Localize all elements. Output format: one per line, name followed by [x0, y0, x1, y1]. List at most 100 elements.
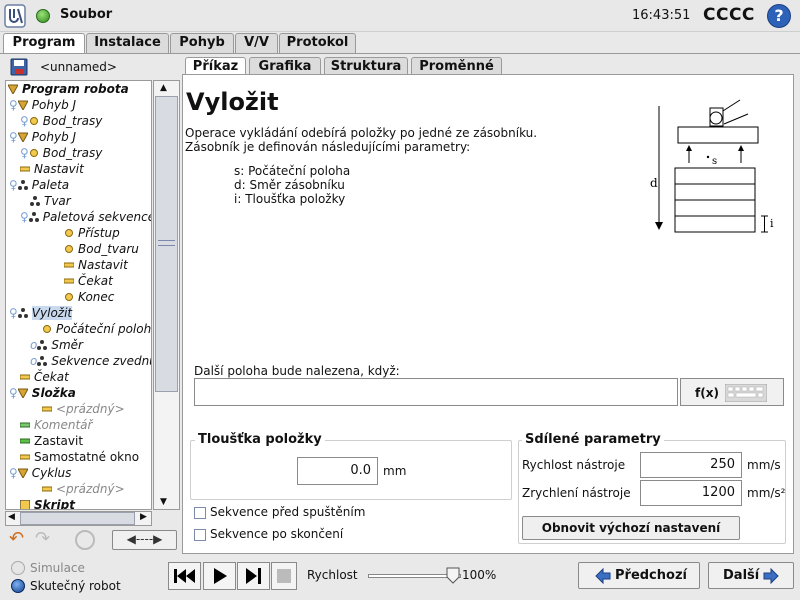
tree-node-wait-1[interactable]: Čekat: [64, 273, 113, 289]
tree-node-approach[interactable]: Přístup: [64, 225, 120, 241]
tree-node-start-position[interactable]: Počáteční poloha: [42, 321, 151, 337]
tree-node-set-1[interactable]: Nastavit: [20, 161, 84, 177]
param-s: s: Počáteční poloha: [234, 164, 351, 178]
tab-variables[interactable]: Proměnné: [411, 57, 502, 75]
tree-node-stop[interactable]: Zastavit: [20, 433, 83, 449]
waypoint-icon: [29, 149, 38, 157]
seq-before-checkbox[interactable]: [194, 507, 206, 519]
program-tree[interactable]: Program robota ♀ Pohyb J ♀ Bod_trasy ♀ Pohy…: [5, 80, 152, 510]
tab-underline: [0, 53, 800, 54]
cut-icon[interactable]: [75, 530, 95, 550]
tree-node-pallet-sequence[interactable]: ♀ Paletová sekvence: [20, 209, 151, 225]
script-icon: [20, 500, 30, 509]
thickness-input[interactable]: 0.0: [297, 457, 378, 485]
move-node-icon[interactable]: ◀----▶: [112, 530, 177, 550]
skip-back-icon: [174, 569, 195, 583]
scroll-down-icon[interactable]: ▼: [160, 497, 167, 507]
set-icon: [20, 166, 30, 172]
stop-button[interactable]: [271, 562, 297, 590]
comment-icon: [20, 422, 30, 428]
tree-node-wait-2[interactable]: Čekat: [20, 369, 69, 385]
tree-node-waypoint-1[interactable]: ♀ Bod_trasy: [20, 113, 102, 129]
tree-node-comment[interactable]: Komentář: [20, 417, 92, 433]
tool-speed-label: Rychlost nástroje: [522, 458, 626, 472]
tree-node-set-2[interactable]: Nastavit: [64, 257, 128, 273]
unload-icon: [17, 308, 28, 318]
tree-node-empty-2[interactable]: <prázdný>: [42, 481, 125, 497]
pattern-icon: [30, 196, 40, 206]
tree-node-folder[interactable]: ♀ Složka: [9, 385, 76, 401]
expression-editor-button[interactable]: f(x): [680, 378, 784, 406]
tab-program[interactable]: Program: [3, 33, 85, 54]
tree-toolbar: ↶ ↷ ◀----▶: [5, 528, 180, 553]
fx-label: f(x): [695, 386, 719, 400]
seq-after-checkbox[interactable]: [194, 529, 206, 541]
tree-node-movej-2[interactable]: ♀ Pohyb J: [9, 129, 76, 145]
thickness-title: Tloušťka položky: [195, 432, 325, 447]
tree-node-empty-1[interactable]: <prázdný>: [42, 401, 125, 417]
tab-vv[interactable]: V/V: [235, 33, 278, 53]
tool-speed-unit: mm/s: [747, 458, 781, 472]
reset-defaults-button[interactable]: Obnovit výchozí nastavení: [522, 516, 740, 540]
sequence-icon: [28, 212, 39, 222]
real-robot-radio[interactable]: [11, 579, 25, 593]
real-robot-label: Skutečný robot: [30, 579, 121, 593]
waypoint-icon: [65, 229, 73, 237]
tool-speed-input[interactable]: 250: [640, 452, 742, 478]
tab-instalace[interactable]: Instalace: [86, 33, 169, 53]
seq-after-label: Sekvence po skončení: [210, 527, 344, 541]
tree-hscroll-thumb[interactable]: [20, 512, 135, 525]
file-status-icon[interactable]: [36, 9, 50, 23]
tree-node-pattern[interactable]: Tvar: [30, 193, 71, 209]
page-title: Vyložit: [186, 88, 279, 116]
tree-node-popup[interactable]: Samostatné okno: [20, 449, 139, 465]
undo-icon[interactable]: ↶: [9, 530, 31, 550]
tree-node-unload[interactable]: ♀ Vyložit: [9, 305, 73, 321]
play-icon: [214, 568, 227, 584]
rewind-button[interactable]: [168, 562, 201, 590]
waypoint-icon: [43, 325, 51, 333]
simulation-radio[interactable]: [11, 561, 25, 575]
waypoint-icon: [29, 117, 38, 125]
previous-label: Předchozí: [615, 568, 687, 583]
tab-graphics[interactable]: Grafika: [249, 57, 321, 75]
next-position-label: Další poloha bude nalezena, když:: [194, 364, 400, 378]
file-menu[interactable]: Soubor: [60, 7, 112, 22]
diagram-label-d: d: [650, 176, 658, 190]
tree-node-pick-sequence[interactable]: oSekvence zvednutí: [30, 353, 151, 369]
play-button[interactable]: [203, 562, 236, 590]
seq-before-label: Sekvence před spuštěním: [210, 505, 366, 519]
triangle-down-icon: [17, 132, 28, 142]
previous-button[interactable]: Předchozí: [578, 562, 700, 589]
tree-node-pattern-point[interactable]: Bod_tvaru: [64, 241, 139, 257]
param-i: i: Tloušťka položky: [234, 192, 346, 206]
pallet-icon: [17, 180, 28, 190]
tool-accel-input[interactable]: 1200: [640, 480, 742, 506]
tree-node-script[interactable]: Skript: [20, 497, 75, 509]
triangle-down-icon: [8, 84, 18, 94]
ur-logo-icon: [4, 4, 26, 28]
tree-node-movej-1[interactable]: ♀ Pohyb J: [9, 97, 76, 113]
save-program-icon[interactable]: [10, 58, 28, 76]
tab-structure[interactable]: Struktura: [324, 57, 408, 75]
stack-diagram: d s i: [650, 99, 774, 233]
tab-protokol[interactable]: Protokol: [279, 33, 356, 53]
tab-pohyb[interactable]: Pohyb: [170, 33, 234, 53]
skip-forward-icon: [246, 568, 261, 584]
tree-node-direction[interactable]: o Směr: [30, 337, 83, 353]
next-position-input[interactable]: [194, 378, 678, 406]
clock: 16:43:51: [632, 8, 691, 23]
tree-node-loop[interactable]: ♀ Cyklus: [9, 465, 71, 481]
speed-slider-thumb[interactable]: [446, 567, 460, 584]
help-icon[interactable]: ?: [767, 4, 791, 28]
scroll-right-icon[interactable]: ▶: [140, 512, 147, 522]
redo-icon[interactable]: ↷: [35, 530, 57, 550]
tree-node-pallet[interactable]: ♀ Paleta: [9, 177, 69, 193]
step-button[interactable]: [237, 562, 270, 590]
tree-node-end[interactable]: Konec: [64, 289, 114, 305]
tree-node-waypoint-2[interactable]: ♀ Bod_trasy: [20, 145, 102, 161]
next-button[interactable]: Další: [708, 562, 794, 589]
tree-node-robot-program[interactable]: Program robota: [8, 81, 129, 97]
scroll-up-icon[interactable]: ▲: [160, 83, 167, 93]
scroll-left-icon[interactable]: ◀: [8, 512, 15, 522]
